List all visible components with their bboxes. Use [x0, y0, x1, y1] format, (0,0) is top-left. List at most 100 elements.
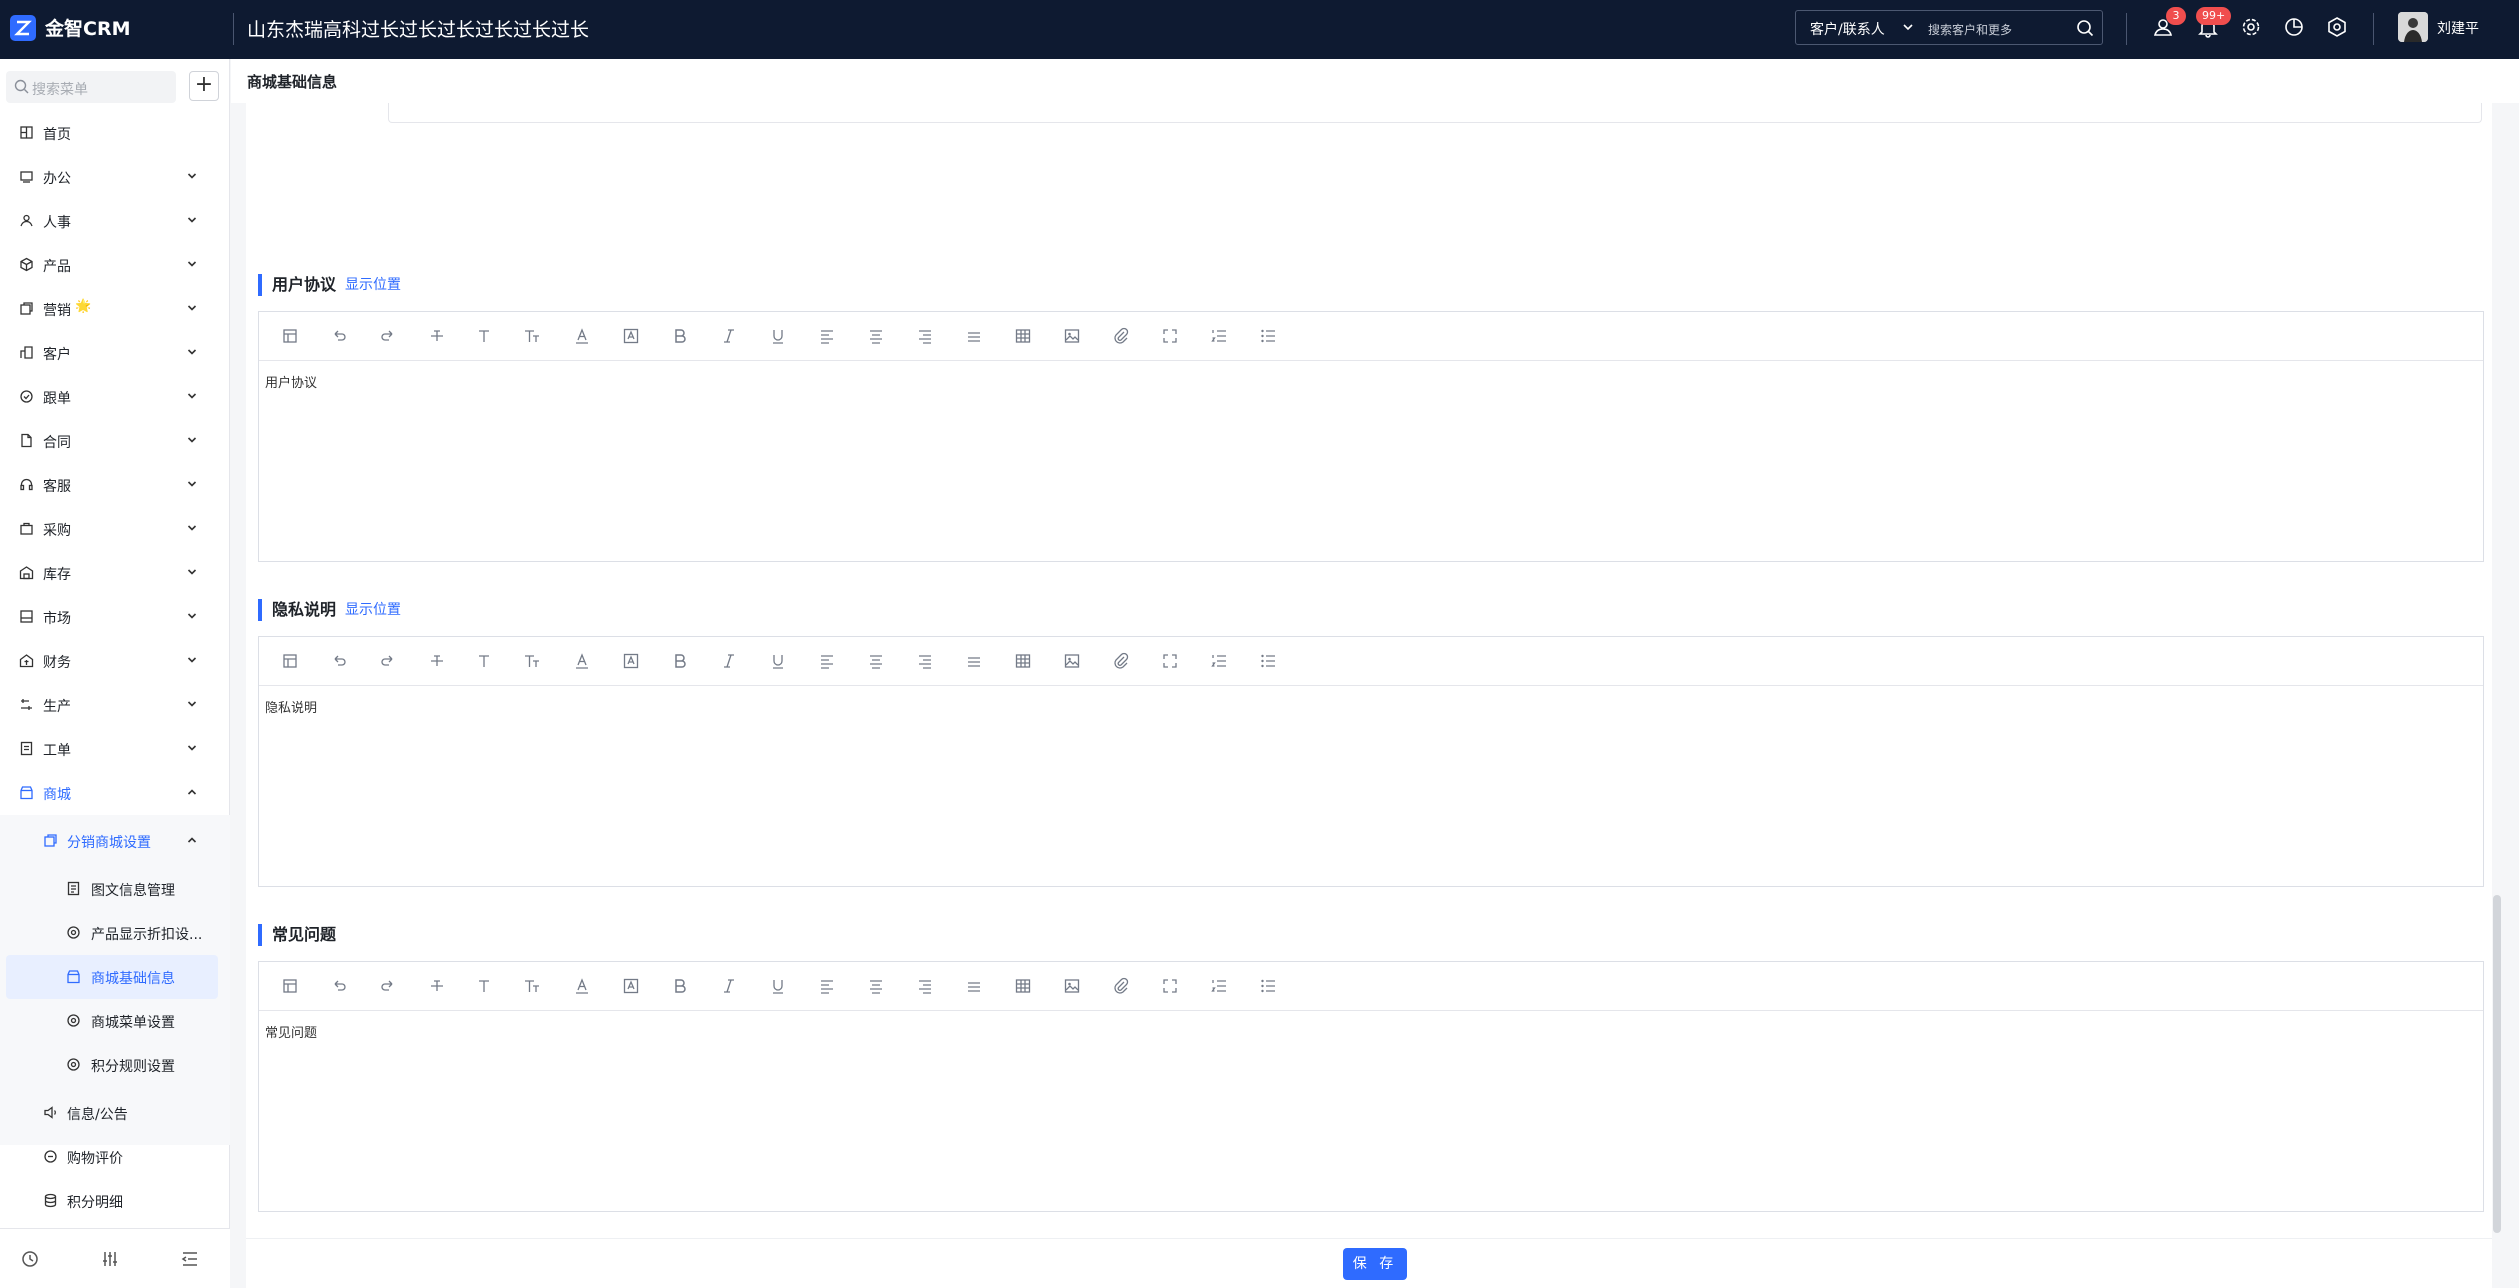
font-size-icon[interactable]	[475, 977, 493, 995]
template-icon[interactable]	[281, 327, 299, 345]
add-menu-button[interactable]: +	[189, 71, 219, 101]
align-right-icon[interactable]	[916, 652, 934, 670]
chart-pie-icon[interactable]	[2283, 16, 2305, 38]
align-left-icon[interactable]	[818, 327, 836, 345]
bold-icon[interactable]	[671, 652, 689, 670]
collapse-menu-icon[interactable]	[180, 1249, 200, 1269]
fullscreen-icon[interactable]	[1161, 327, 1179, 345]
italic-icon[interactable]	[720, 977, 738, 995]
font-color-icon[interactable]	[573, 327, 591, 345]
strikethrough-icon[interactable]	[428, 652, 446, 670]
align-justify-icon[interactable]	[965, 652, 983, 670]
vertical-scrollbar[interactable]	[2493, 895, 2501, 1233]
align-justify-icon[interactable]	[965, 977, 983, 995]
ordered-list-icon[interactable]	[1210, 652, 1228, 670]
editor-content[interactable]: 常见问题	[265, 1022, 317, 1041]
table-icon[interactable]	[1014, 977, 1032, 995]
template-icon[interactable]	[281, 977, 299, 995]
user-name[interactable]: 刘建平	[2437, 18, 2479, 38]
unordered-list-icon[interactable]	[1259, 327, 1277, 345]
sidebar-item-customer[interactable]: 客户	[0, 331, 230, 375]
attachment-icon[interactable]	[1112, 977, 1130, 995]
gear-icon[interactable]	[2240, 16, 2262, 38]
display-position-link[interactable]: 显示位置	[345, 599, 401, 621]
attachment-icon[interactable]	[1112, 652, 1130, 670]
fullscreen-icon[interactable]	[1161, 652, 1179, 670]
underline-icon[interactable]	[769, 652, 787, 670]
font-color-icon[interactable]	[573, 977, 591, 995]
align-right-icon[interactable]	[916, 327, 934, 345]
undo-icon[interactable]	[330, 977, 348, 995]
table-icon[interactable]	[1014, 652, 1032, 670]
sidebar-item-inventory[interactable]: 库存	[0, 551, 230, 595]
undo-icon[interactable]	[330, 652, 348, 670]
redo-icon[interactable]	[379, 977, 397, 995]
sidebar-item-product[interactable]: 产品	[0, 243, 230, 287]
italic-icon[interactable]	[720, 327, 738, 345]
underline-icon[interactable]	[769, 977, 787, 995]
editor-content[interactable]: 用户协议	[265, 372, 317, 391]
align-right-icon[interactable]	[916, 977, 934, 995]
sidebar-item-shop-menu-settings[interactable]: 商城菜单设置	[0, 999, 230, 1043]
attachment-icon[interactable]	[1112, 327, 1130, 345]
align-center-icon[interactable]	[867, 977, 885, 995]
sidebar-item-reviews[interactable]: 购物评价	[0, 1135, 230, 1179]
company-name[interactable]: 山东杰瑞高科过长过长过长过长过长过长	[247, 15, 589, 42]
undo-icon[interactable]	[330, 327, 348, 345]
editor-content[interactable]: 隐私说明	[265, 697, 317, 716]
sidebar-item-points-detail[interactable]: 积分明细	[0, 1179, 230, 1223]
sidebar-item-followup[interactable]: 跟单	[0, 375, 230, 419]
background-color-icon[interactable]	[622, 977, 640, 995]
underline-icon[interactable]	[769, 327, 787, 345]
clear-format-icon[interactable]	[523, 652, 541, 670]
font-size-icon[interactable]	[475, 652, 493, 670]
search-type-select[interactable]: 客户/联系人	[1810, 19, 1885, 39]
unordered-list-icon[interactable]	[1259, 977, 1277, 995]
sidebar-item-office[interactable]: 办公	[0, 155, 230, 199]
image-icon[interactable]	[1063, 327, 1081, 345]
sidebar-item-purchase[interactable]: 采购	[0, 507, 230, 551]
sidebar-item-graphic-info[interactable]: 图文信息管理	[0, 867, 230, 911]
sidebar-item-marketing[interactable]: 营销 🌟	[0, 287, 230, 331]
strikethrough-icon[interactable]	[428, 327, 446, 345]
sidebar-item-notice[interactable]: 信息/公告	[0, 1091, 230, 1135]
template-icon[interactable]	[281, 652, 299, 670]
font-size-icon[interactable]	[475, 327, 493, 345]
bold-icon[interactable]	[671, 977, 689, 995]
sidebar-item-market[interactable]: 市场	[0, 595, 230, 639]
chevron-down-icon[interactable]	[1902, 21, 1914, 33]
previous-editor[interactable]	[388, 103, 2482, 123]
sidebar-item-ticket[interactable]: 工单	[0, 727, 230, 771]
image-icon[interactable]	[1063, 977, 1081, 995]
align-left-icon[interactable]	[818, 652, 836, 670]
sidebar-item-shop[interactable]: 商城	[0, 771, 230, 815]
sidebar-item-finance[interactable]: 财务	[0, 639, 230, 683]
sidebar-item-home[interactable]: 首页	[0, 111, 230, 155]
sidebar-item-points-rules[interactable]: 积分规则设置	[0, 1043, 230, 1087]
search-icon[interactable]	[2076, 19, 2094, 37]
bold-icon[interactable]	[671, 327, 689, 345]
sidebar-item-hr[interactable]: 人事	[0, 199, 230, 243]
redo-icon[interactable]	[379, 652, 397, 670]
clear-format-icon[interactable]	[523, 977, 541, 995]
sidebar-item-service[interactable]: 客服	[0, 463, 230, 507]
ordered-list-icon[interactable]	[1210, 977, 1228, 995]
redo-icon[interactable]	[379, 327, 397, 345]
unordered-list-icon[interactable]	[1259, 652, 1277, 670]
sidebar-item-product-discount[interactable]: 产品显示折扣设...	[0, 911, 230, 955]
clear-format-icon[interactable]	[523, 327, 541, 345]
strikethrough-icon[interactable]	[428, 977, 446, 995]
align-left-icon[interactable]	[818, 977, 836, 995]
sliders-icon[interactable]	[100, 1249, 120, 1269]
fullscreen-icon[interactable]	[1161, 977, 1179, 995]
search-input[interactable]: 搜索客户和更多	[1928, 21, 2012, 38]
align-justify-icon[interactable]	[965, 327, 983, 345]
align-center-icon[interactable]	[867, 652, 885, 670]
italic-icon[interactable]	[720, 652, 738, 670]
history-icon[interactable]	[20, 1249, 40, 1269]
sidebar-item-production[interactable]: 生产	[0, 683, 230, 727]
save-button[interactable]: 保 存	[1343, 1248, 1407, 1280]
hexagon-settings-icon[interactable]	[2326, 16, 2348, 38]
table-icon[interactable]	[1014, 327, 1032, 345]
image-icon[interactable]	[1063, 652, 1081, 670]
